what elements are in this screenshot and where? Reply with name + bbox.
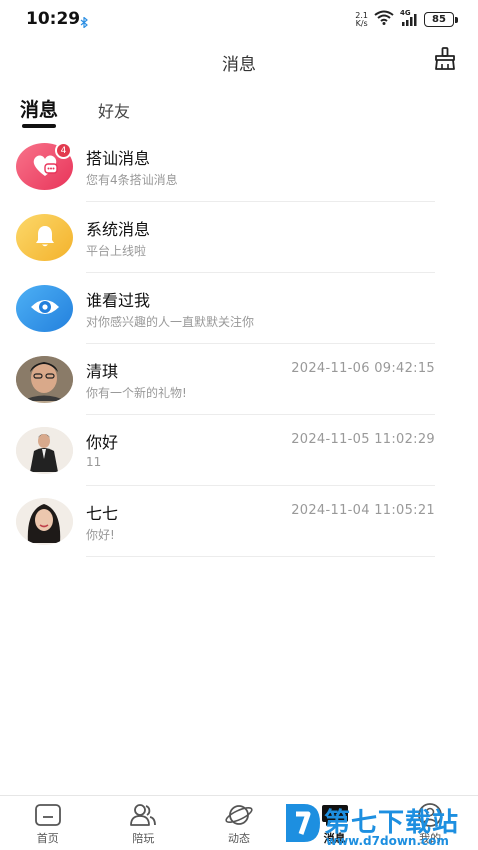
- nav-label: 首页: [36, 832, 59, 845]
- header: 消息: [0, 38, 478, 82]
- list-item-chat[interactable]: 你好 2024-11-05 11:02:29 11: [0, 415, 478, 486]
- nav-companion[interactable]: 陪玩: [96, 796, 192, 850]
- avatar: [16, 356, 73, 403]
- page-title: 消息: [222, 55, 256, 75]
- home-icon: [33, 802, 63, 828]
- message-preview: 11: [86, 455, 102, 469]
- message-preview: 您有4条搭讪消息: [86, 173, 178, 187]
- avatar: 4: [16, 142, 73, 190]
- message-preview: 对你感兴趣的人一直默默关注你: [86, 315, 255, 329]
- message-list: 4 搭讪消息 您有4条搭讪消息 系统消息 平台上线啦 谁看过我 对你感兴趣的人一…: [0, 131, 478, 557]
- avatar: [16, 214, 73, 261]
- broom-icon: [432, 47, 458, 76]
- list-item-who-viewed-me[interactable]: 谁看过我 对你感兴趣的人一直默默关注你: [0, 273, 478, 344]
- users-icon: [128, 802, 158, 828]
- avatar: [16, 427, 73, 474]
- message-preview: 你好!: [86, 528, 115, 542]
- wifi-icon: [374, 10, 394, 29]
- nav-label: 陪玩: [132, 832, 155, 845]
- user-photo-icon: [16, 356, 73, 403]
- message-time: 2024-11-05 11:02:29: [291, 432, 435, 447]
- avatar: [16, 285, 73, 332]
- watermark: 第七下载站 www.d7down.com: [282, 798, 478, 850]
- message-preview: 平台上线啦: [86, 244, 147, 258]
- conversation-name: 你好: [86, 433, 119, 452]
- list-item-chat[interactable]: 七七 2024-11-04 11:05:21 你好!: [0, 486, 478, 557]
- message-time: 2024-11-06 09:42:15: [291, 361, 435, 376]
- watermark-logo-icon: [284, 802, 322, 848]
- bluetooth-icon: [80, 13, 89, 32]
- cell-signal-icon: 4G: [400, 9, 418, 27]
- conversation-name: 谁看过我: [86, 291, 151, 310]
- planet-icon: [224, 802, 254, 828]
- nav-home[interactable]: 首页: [0, 796, 96, 850]
- tab-messages[interactable]: 消息: [20, 95, 58, 128]
- battery-indicator: 85: [424, 12, 458, 27]
- conversation-name: 七七: [86, 504, 119, 523]
- eye-icon: [29, 296, 61, 322]
- unread-badge: 4: [55, 142, 72, 159]
- tab-friends[interactable]: 好友: [98, 95, 130, 122]
- list-item-flirt-messages[interactable]: 4 搭讪消息 您有4条搭讪消息: [0, 131, 478, 202]
- message-preview: 你有一个新的礼物!: [86, 386, 187, 400]
- user-photo-icon: [16, 427, 73, 474]
- status-time: 10:29: [26, 9, 81, 29]
- bell-icon: [32, 223, 58, 253]
- tab-bar: 消息 好友: [20, 95, 170, 131]
- list-item-chat[interactable]: 清琪 2024-11-06 09:42:15 你有一个新的礼物!: [0, 344, 478, 415]
- divider: [86, 556, 435, 557]
- net-speed-unit: K/s: [355, 18, 368, 28]
- status-bar: 10:29 2.1 K/s 4G 85: [0, 0, 478, 38]
- heart-chat-icon: [30, 151, 60, 183]
- status-indicators: 2.1 K/s 4G 85: [355, 9, 458, 29]
- watermark-url: www.d7down.com: [326, 834, 449, 848]
- net-speed: 2.1 K/s: [355, 11, 368, 28]
- avatar: [16, 498, 73, 545]
- nav-label: 动态: [227, 832, 250, 845]
- clear-messages-button[interactable]: [432, 46, 458, 72]
- list-item-system-messages[interactable]: 系统消息 平台上线啦: [0, 202, 478, 273]
- nav-moments[interactable]: 动态: [191, 796, 287, 850]
- user-photo-icon: [16, 498, 73, 545]
- message-time: 2024-11-04 11:05:21: [291, 503, 435, 518]
- conversation-name: 系统消息: [86, 220, 151, 239]
- conversation-name: 搭讪消息: [86, 149, 151, 168]
- conversation-name: 清琪: [86, 362, 119, 381]
